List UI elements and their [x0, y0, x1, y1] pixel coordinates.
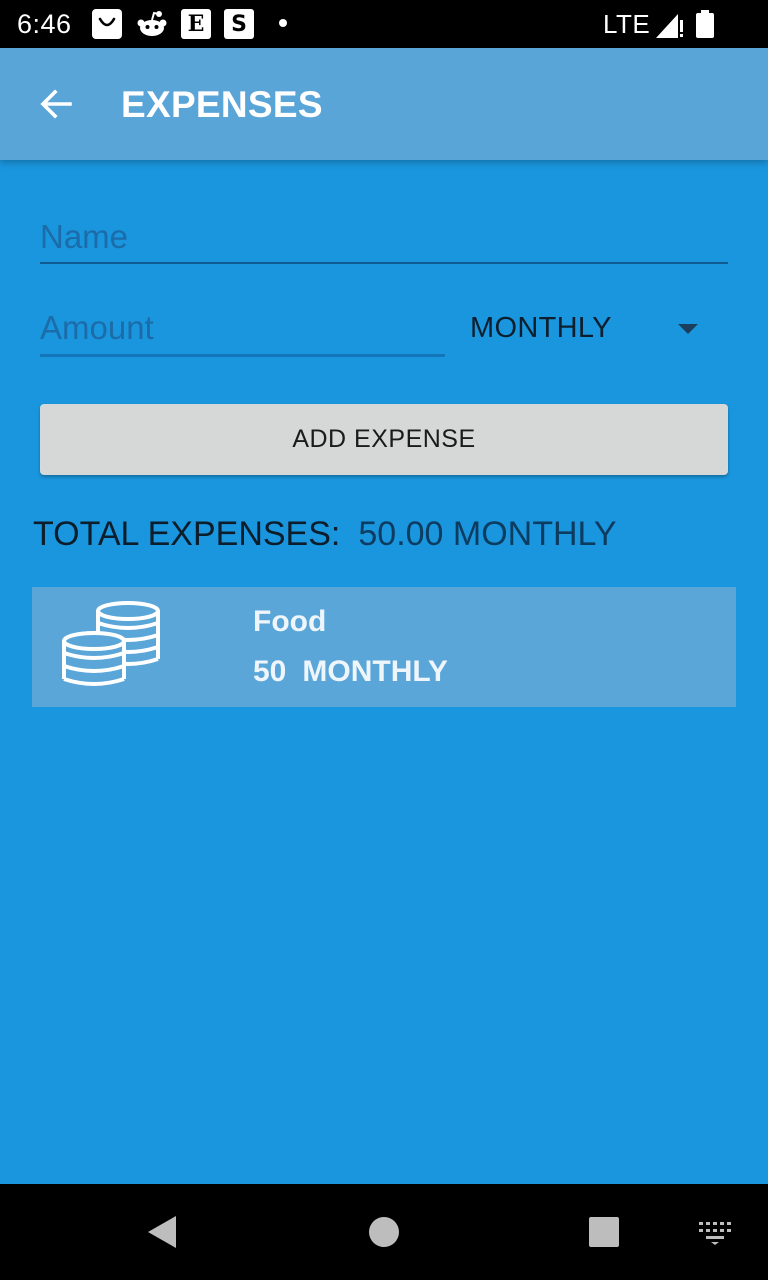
shopping-bag-icon [92, 9, 122, 39]
keyboard-icon[interactable] [697, 1218, 733, 1246]
etsy-icon: E [181, 9, 211, 39]
name-input-underline [40, 262, 728, 264]
expense-period: MONTHLY [302, 655, 448, 688]
status-bar: 6:46 E S LTE [0, 0, 768, 48]
signal-icon [656, 14, 683, 38]
expense-list-item[interactable]: Food 50 MONTHLY [32, 587, 736, 707]
back-arrow-icon[interactable] [36, 84, 76, 124]
name-input[interactable] [40, 214, 726, 260]
add-expense-button[interactable]: ADD EXPENSE [40, 404, 728, 475]
nav-back-icon[interactable] [146, 1214, 178, 1250]
amount-input-underline [40, 354, 445, 357]
coins-icon [62, 601, 160, 686]
period-selected-value: MONTHLY [470, 312, 612, 344]
status-time: 6:46 [17, 9, 72, 39]
s-app-icon: S [224, 9, 254, 39]
expense-amount: 50 [253, 655, 287, 688]
amount-input[interactable] [40, 305, 444, 351]
expense-name: Food [253, 605, 327, 638]
period-dropdown[interactable]: MONTHLY [462, 304, 712, 354]
nav-recents-icon[interactable] [589, 1217, 619, 1247]
battery-icon [696, 10, 714, 38]
total-expenses-label: TOTAL EXPENSES: [33, 515, 341, 553]
total-expenses: TOTAL EXPENSES: 50.00 MONTHLY [33, 515, 617, 554]
page-title: EXPENSES [121, 84, 323, 125]
expense-amount-row: 50 MONTHLY [253, 655, 448, 689]
app-bar: EXPENSES [0, 48, 768, 160]
reddit-icon [136, 9, 168, 39]
network-type: LTE [603, 9, 651, 39]
total-expenses-value: 50.00 MONTHLY [358, 515, 617, 553]
more-notifications-dot [279, 19, 287, 27]
system-nav-bar [0, 1184, 768, 1280]
dropdown-arrow-icon [678, 324, 698, 334]
nav-home-icon[interactable] [368, 1216, 400, 1248]
